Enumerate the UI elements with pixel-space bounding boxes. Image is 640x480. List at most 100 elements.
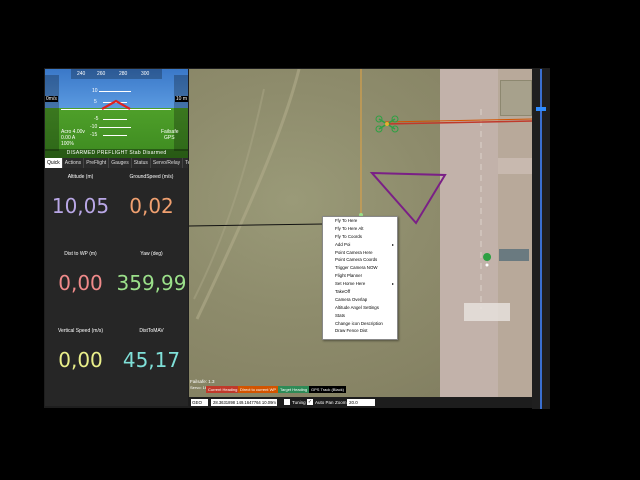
hud-right-info: GPS <box>164 135 175 141</box>
context-menu-item-label: Change icon Description <box>335 320 383 326</box>
context-menu-item-label: Altitude Angel Settings <box>335 304 379 310</box>
home-marker-icon <box>483 253 492 271</box>
legend-target-heading: Target Heading <box>278 386 310 393</box>
quick-cell-groundspeed[interactable]: GroundSpeed (m/s) 0,02 <box>116 174 187 218</box>
quick-cell-dist-to-mav[interactable]: DistToMAV 45,17 <box>116 328 187 372</box>
altitude-slider[interactable] <box>532 69 550 409</box>
context-menu-item-label: Draw Fence Dist <box>335 328 368 334</box>
quick-cell-altitude[interactable]: Altitude (m) 10,05 <box>45 174 116 218</box>
quick-value: 10,05 <box>51 194 110 218</box>
coords-text: 28.3631898 149.1647764 <box>213 400 261 405</box>
heading-tick: 240 <box>77 71 86 77</box>
pitch-tick: -15 <box>90 132 98 138</box>
quick-panel: Altitude (m) 10,05 GroundSpeed (m/s) 0,0… <box>45 168 188 406</box>
autopan-label: Auto Pan <box>315 400 334 405</box>
legend-direct-to-wp: Direct to current WP <box>238 386 279 393</box>
context-menu-item[interactable]: Camera Overlap <box>323 296 397 304</box>
quick-label: DistToMAV <box>139 328 164 334</box>
context-menu-item[interactable]: Fly To Here Alt <box>323 225 397 233</box>
quick-cell-dist-to-wp[interactable]: Dist to WP (m) 0,00 <box>45 251 116 295</box>
tab-gauges[interactable]: Gauges <box>109 158 132 168</box>
context-menu-item[interactable]: Draw Fence Dist <box>323 327 397 335</box>
gps-track-line <box>189 223 325 227</box>
map-info-line2: Servo: 16 <box>190 385 208 390</box>
context-menu-item[interactable]: TakeOff <box>323 288 397 296</box>
context-menu-item[interactable]: Flight Planner <box>323 272 397 280</box>
pitch-tick: 5 <box>94 99 97 105</box>
pitch-line <box>99 127 131 128</box>
context-menu-item[interactable]: Point Camera Here <box>323 249 397 257</box>
quick-value: 359,99 <box>116 271 187 295</box>
context-menu-item[interactable]: Fly To Here <box>323 217 397 225</box>
quick-label: GroundSpeed (m/s) <box>129 174 174 180</box>
heading-tick: 300 <box>141 71 150 77</box>
context-menu-item-label: Fly To Here Alt <box>335 225 364 231</box>
context-menu-item[interactable]: Change icon Description <box>323 320 397 328</box>
alt-label: 10 m <box>174 96 188 102</box>
hud-artificial-horizon: 240 260 280 300 0m/s 10 m 10 5 -5 -10 -1… <box>45 69 188 158</box>
context-menu-item[interactable]: Add Poi ▸ <box>323 241 397 249</box>
pitch-tick: -10 <box>90 124 98 130</box>
aircraft-wings-icon <box>101 99 131 110</box>
pitch-tick: -5 <box>94 116 99 122</box>
context-menu-item[interactable]: Fly To Coords <box>323 233 397 241</box>
legend-current-heading: Current Heading <box>206 386 240 393</box>
tab-quick[interactable]: Quick <box>45 158 63 168</box>
quick-label: Vertical Speed (m/s) <box>57 328 104 334</box>
context-menu-item-label: Camera Overlap <box>335 296 368 302</box>
hud-status: DISARMED PREFLIGHT Stab Disarmed <box>45 149 188 158</box>
context-menu-item[interactable]: Trigger Camera NOW <box>323 264 397 272</box>
context-menu-item-label: Fly To Coords <box>335 233 363 239</box>
context-menu-item[interactable]: Altitude Angel Settings <box>323 304 397 312</box>
quick-cell-vertical-speed[interactable]: Vertical Speed (m/s) 0,00 <box>45 328 116 372</box>
coords-field[interactable]: 28.3631898 149.1647764 10.09m <box>211 399 277 406</box>
tab-preflight[interactable]: PreFlight <box>84 158 110 168</box>
quick-value: 0,02 <box>129 194 174 218</box>
slider-handle[interactable] <box>536 107 546 111</box>
submenu-arrow-icon: ▸ <box>391 241 394 247</box>
zoom-label: Zoom <box>335 400 347 405</box>
context-menu-item[interactable]: Set Home Here ▸ <box>323 280 397 288</box>
hud-left-info: 100% <box>61 141 74 147</box>
tab-actions[interactable]: Actions <box>63 158 85 168</box>
quick-value: 0,00 <box>58 271 103 295</box>
autopan-checkbox[interactable]: ✓ <box>307 399 313 405</box>
context-menu-item-label: Flight Planner <box>335 273 363 279</box>
legend-gps-track: GPS Track (Black) <box>309 386 346 393</box>
quick-value: 0,00 <box>58 348 103 372</box>
context-menu-item[interactable]: Point Camera Coords <box>323 256 397 264</box>
context-menu-item-label: TakeOff <box>335 289 351 295</box>
context-menu-item-label: Point Camera Here <box>335 249 373 255</box>
context-menu: Fly To Here Fly To Here Alt Fly To Coords A… <box>322 216 398 340</box>
tab-bar: Quick Actions PreFlight Gauges Status Se… <box>45 158 210 168</box>
pitch-line <box>99 91 131 92</box>
context-menu-item-label: Add Poi <box>335 241 351 247</box>
tab-servo-relay[interactable]: Servo/Relay <box>151 158 184 168</box>
context-menu-item-label: Set Home Here <box>335 281 366 287</box>
speed-label: 0m/s <box>45 96 58 102</box>
slider-track <box>540 69 542 409</box>
zoom-input[interactable]: 20.0 <box>347 399 375 406</box>
map-bottom-bar: GEO 28.3631898 149.1647764 10.09m Tuning… <box>189 398 532 408</box>
heading-tape: 240 260 280 300 <box>71 69 162 79</box>
coords-altitude: 10.09m <box>261 400 276 405</box>
quick-value: 45,17 <box>122 348 181 372</box>
context-menu-item-label: Point Camera Coords <box>335 257 378 263</box>
speed-tape <box>45 75 59 151</box>
context-menu-item-label: Stats <box>335 312 346 318</box>
quick-cell-yaw[interactable]: Yaw (deg) 359,99 <box>116 251 187 295</box>
quick-label: Dist to WP (m) <box>64 251 97 257</box>
coord-system-select[interactable]: GEO <box>191 399 208 406</box>
heading-tick: 260 <box>97 71 106 77</box>
quick-label: Yaw (deg) <box>140 251 163 257</box>
quick-label: Altitude (m) <box>67 174 94 180</box>
submenu-arrow-icon: ▸ <box>391 281 394 287</box>
context-menu-item-label: Trigger Camera NOW <box>335 265 378 271</box>
tuning-checkbox[interactable] <box>284 399 290 405</box>
pitch-line <box>103 135 127 136</box>
tuning-label: Tuning <box>292 400 306 405</box>
context-menu-item[interactable]: Stats <box>323 312 397 320</box>
map-info-line1: Failsafe: 1.3 <box>190 379 215 384</box>
pitch-line <box>103 119 127 120</box>
tab-status[interactable]: Status <box>132 158 151 168</box>
